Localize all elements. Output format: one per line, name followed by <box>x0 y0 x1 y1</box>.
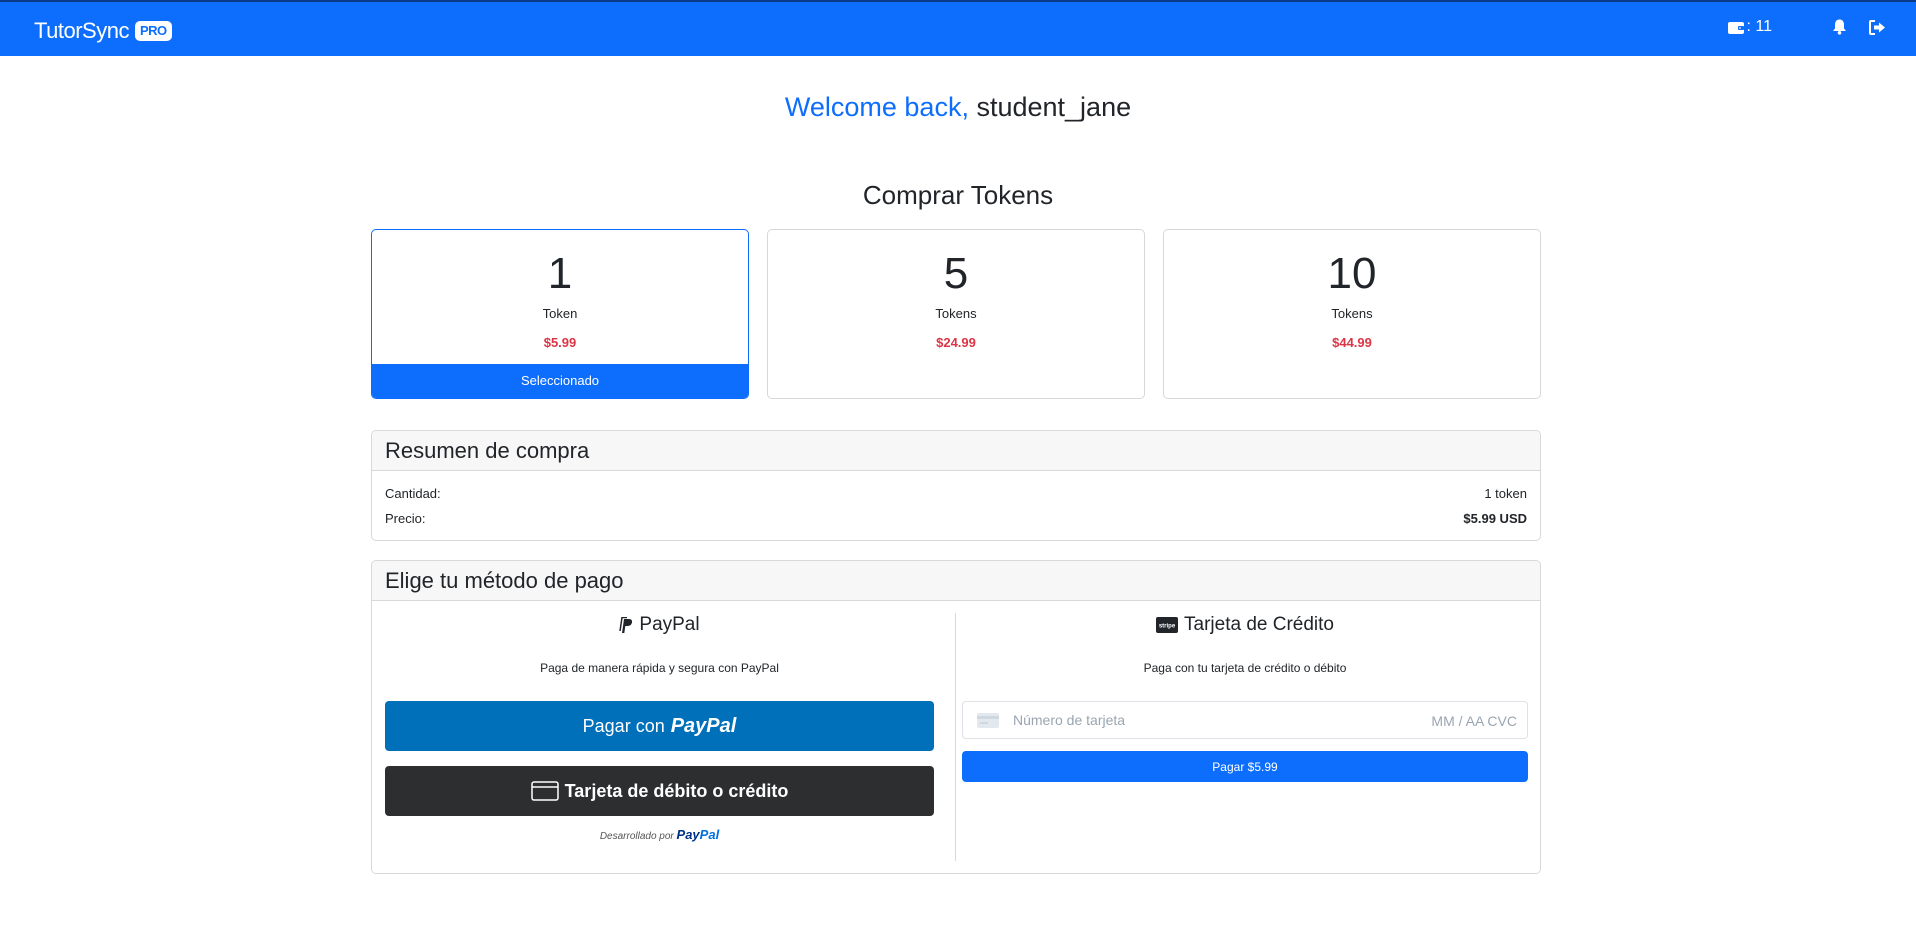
summary-quantity-row: Cantidad: 1 token <box>385 486 1527 501</box>
payment-methods: Elige tu método de pago PayPal Paga de m… <box>371 560 1541 874</box>
package-amount: 1 <box>547 249 573 298</box>
token-package-10[interactable]: 10 Tokens $44.99 <box>1163 229 1541 399</box>
card-button-label: Tarjeta de débito o crédito <box>564 780 789 801</box>
bell-icon <box>1833 19 1846 35</box>
package-price: $44.99 <box>1332 335 1372 350</box>
pro-badge: PRO <box>134 21 172 41</box>
token-packages: 1 Token $5.99 Seleccionado 5 Tokens $24.… <box>371 229 1541 399</box>
navbar-actions: : 11 <box>1727 18 1887 36</box>
stripe-pay-button[interactable]: Pagar $5.99 <box>962 751 1528 782</box>
card-number-field[interactable]: Número de tarjeta MM / AA CVC <box>962 701 1528 739</box>
sign-out-icon <box>1869 19 1885 35</box>
payment-title: Elige tu método de pago <box>372 561 1540 601</box>
paypal-logo: PayPal <box>670 714 737 737</box>
paypal-button-prefix: Pagar con <box>582 715 665 736</box>
package-price: $5.99 <box>543 335 577 350</box>
paypal-section: PayPal Paga de manera rápida y segura co… <box>385 613 934 861</box>
paypal-title: PayPal <box>639 614 700 635</box>
token-balance[interactable]: : 11 <box>1727 18 1773 36</box>
brand-logo[interactable]: TutorSync PRO <box>34 18 172 44</box>
package-amount: 10 <box>1327 249 1377 298</box>
paypal-description: Paga de manera rápida y segura con PayPa… <box>540 661 779 675</box>
powered-by-paypal: Desarrollado por PayPal <box>385 827 934 842</box>
welcome-greeting: Welcome back, <box>784 92 969 122</box>
package-amount: 5 <box>943 249 969 298</box>
token-package-1[interactable]: 1 Token $5.99 Seleccionado <box>371 229 749 399</box>
paypal-small-logo-pay: Pay <box>676 827 700 842</box>
paypal-small-logo: PayPal <box>677 827 720 842</box>
package-price: $24.99 <box>936 335 976 350</box>
summary-price-row: Precio: $5.99 USD <box>385 511 1527 526</box>
price-label: Precio: <box>385 511 426 526</box>
package-unit: Tokens <box>1331 306 1373 321</box>
welcome-heading: Welcome back, student_jane <box>0 92 1916 123</box>
purchase-summary: Resumen de compra Cantidad: 1 token Prec… <box>371 430 1541 541</box>
svg-text:stripe: stripe <box>1159 624 1176 630</box>
paypal-small-logo-pal: Pal <box>699 827 720 842</box>
welcome-username: student_jane <box>976 92 1132 122</box>
card-brand-icon <box>977 712 999 728</box>
stripe-section: stripe Tarjeta de Crédito Paga con tu ta… <box>962 613 1528 861</box>
payment-divider <box>955 613 956 861</box>
card-number-placeholder: Número de tarjeta <box>1013 712 1126 728</box>
powered-by-label: Desarrollado por <box>599 831 674 842</box>
quantity-value: 1 token <box>1484 486 1527 501</box>
paypal-icon <box>619 616 633 634</box>
credit-card-icon <box>530 781 559 801</box>
package-unit: Tokens <box>935 306 977 321</box>
token-package-5[interactable]: 5 Tokens $24.99 <box>767 229 1145 399</box>
price-value: $5.99 USD <box>1463 511 1527 526</box>
paypal-heading: PayPal <box>385 613 934 637</box>
brand-name: TutorSync <box>34 18 129 43</box>
top-navbar: TutorSync PRO : 11 <box>0 0 1916 56</box>
stripe-title: Tarjeta de Crédito <box>1184 614 1334 635</box>
stripe-description: Paga con tu tarjeta de crédito o débito <box>1143 661 1347 675</box>
summary-title: Resumen de compra <box>372 431 1540 471</box>
notifications-button[interactable] <box>1832 19 1847 35</box>
logout-button[interactable] <box>1869 19 1886 35</box>
package-unit: Token <box>542 306 578 321</box>
expiry-cvc-placeholder: MM / AA CVC <box>1431 713 1517 729</box>
quantity-label: Cantidad: <box>385 486 441 501</box>
stripe-icon: stripe <box>1156 617 1179 633</box>
token-balance-value: : 11 <box>1746 18 1773 35</box>
wallet-icon <box>1727 21 1744 34</box>
debit-credit-card-button[interactable]: Tarjeta de débito o crédito <box>385 766 934 816</box>
stripe-heading: stripe Tarjeta de Crédito <box>962 613 1528 637</box>
pay-with-paypal-button[interactable]: Pagar con PayPal <box>385 701 934 751</box>
selected-indicator: Seleccionado <box>372 364 748 398</box>
buy-tokens-title: Comprar Tokens <box>862 180 1054 210</box>
